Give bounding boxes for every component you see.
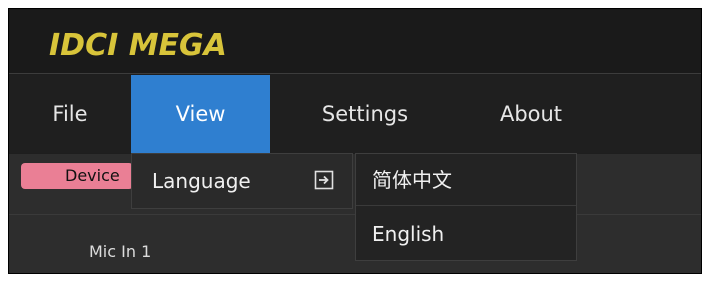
language-submenu: 简体中文 English [355,153,577,261]
submenu-arrow-icon [314,170,334,190]
menu-item-language[interactable]: Language [132,154,352,208]
menu-bar: File View Settings About [9,75,701,153]
app-window: IDCI MEGA File View Settings About Devic… [8,8,702,274]
menu-settings[interactable]: Settings [295,75,435,153]
logo-text: IDCI MEGA [49,28,227,63]
device-tab[interactable]: Device [21,163,133,189]
language-option-chinese[interactable]: 简体中文 [356,154,576,206]
menu-file[interactable]: File [29,75,111,153]
menu-view[interactable]: View [131,75,270,153]
view-dropdown-menu: Language [131,153,353,209]
menu-item-language-label: Language [152,169,251,193]
menu-about[interactable]: About [471,75,591,153]
app-logo: IDCI MEGA [49,28,227,63]
title-bar: IDCI MEGA [9,9,701,74]
channel-label: Mic In 1 [89,242,152,261]
language-option-english[interactable]: English [356,208,576,260]
